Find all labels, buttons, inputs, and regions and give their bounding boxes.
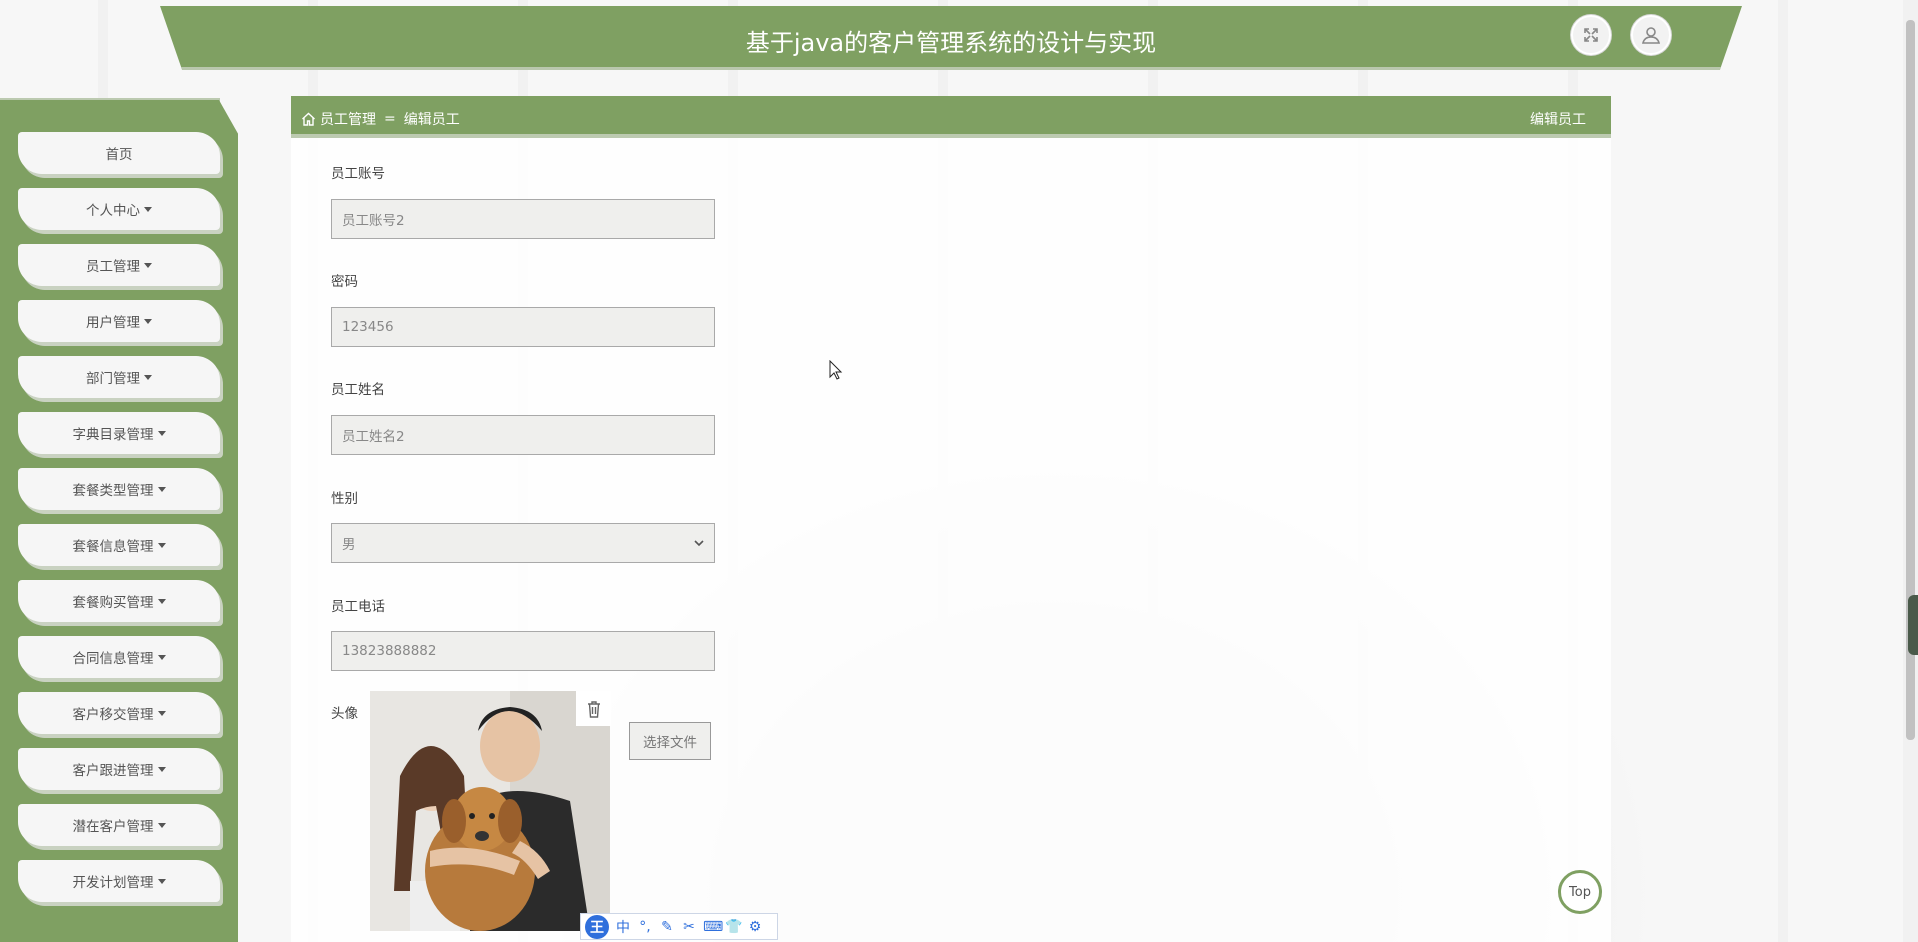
sidebar-item-5[interactable]: 字典目录管理	[18, 412, 220, 454]
sidebar-item-label: 套餐购买管理	[72, 595, 154, 611]
ime-skin-icon[interactable]: 👕	[725, 919, 742, 935]
gender-label: 性别	[331, 491, 358, 507]
sidebar-item-label: 部门管理	[86, 371, 140, 387]
sidebar-item-3[interactable]: 用户管理	[18, 300, 220, 342]
trash-icon	[587, 700, 600, 718]
phone-label: 员工电话	[331, 599, 385, 615]
sidebar-item-label: 首页	[105, 147, 133, 163]
home-icon[interactable]	[301, 112, 316, 126]
ime-punctuation-icon[interactable]: °,	[637, 919, 653, 935]
app-title: 基于java的客户管理系统的设计与实现	[745, 29, 1157, 57]
sidebar-item-12[interactable]: 潜在客户管理	[18, 804, 220, 846]
ime-keyboard-icon[interactable]: ⌨	[703, 919, 723, 935]
ime-screenshot-icon[interactable]: ✂	[681, 919, 697, 935]
gender-select[interactable]: 男	[331, 523, 715, 563]
sidebar-item-10[interactable]: 客户移交管理	[18, 692, 220, 734]
sidebar-item-7[interactable]: 套餐信息管理	[18, 524, 220, 566]
ime-toolbar: 王 中 °, ✎ ✂ ⌨ 👕 ⚙	[580, 913, 778, 940]
sidebar-item-label: 用户管理	[86, 315, 140, 331]
sidebar-item-4[interactable]: 部门管理	[18, 356, 220, 398]
caret-down-icon	[144, 318, 152, 324]
page-title: 编辑员工	[1530, 112, 1586, 128]
sidebar-item-label: 员工管理	[86, 259, 140, 275]
caret-down-icon	[157, 654, 166, 660]
sidebar-item-label: 套餐类型管理	[72, 483, 154, 499]
back-to-top-button[interactable]: Top	[1558, 870, 1602, 914]
caret-down-icon	[157, 766, 166, 772]
chevron-down-icon	[694, 539, 704, 546]
password-label: 密码	[331, 274, 358, 290]
delete-avatar-button[interactable]	[576, 691, 611, 726]
breadcrumb-section[interactable]: 员工管理	[320, 109, 376, 129]
caret-down-icon	[157, 878, 166, 884]
sidebar-item-label: 个人中心	[86, 203, 140, 219]
avatar-label: 头像	[331, 706, 358, 722]
ime-chinese-mode[interactable]: 中	[615, 917, 631, 937]
sidebar-item-label: 套餐信息管理	[72, 539, 154, 555]
mouse-cursor-icon	[829, 360, 843, 380]
sidebar-item-label: 合同信息管理	[72, 651, 154, 667]
sidebar-item-11[interactable]: 客户跟进管理	[18, 748, 220, 790]
sidebar-item-label: 字典目录管理	[72, 427, 154, 443]
name-label: 员工姓名	[331, 382, 385, 398]
user-menu-button[interactable]	[1631, 15, 1671, 55]
caret-down-icon	[157, 486, 166, 492]
caret-down-icon	[157, 430, 166, 436]
account-input[interactable]: 员工账号2	[331, 199, 715, 239]
sidebar-item-label: 客户跟进管理	[72, 763, 154, 779]
choose-file-button[interactable]: 选择文件	[629, 722, 711, 760]
breadcrumb-current: 编辑员工	[403, 112, 460, 128]
sidebar-item-0[interactable]: 首页	[18, 132, 220, 174]
breadcrumb-separator: =	[384, 111, 396, 127]
fullscreen-button[interactable]	[1571, 15, 1611, 55]
sidebar-item-label: 潜在客户管理	[72, 819, 154, 835]
avatar-image	[370, 691, 610, 931]
ime-handwrite-icon[interactable]: ✎	[659, 919, 675, 935]
caret-down-icon	[144, 262, 152, 268]
page-scrollbar[interactable]	[1903, 0, 1918, 942]
phone-input[interactable]: 13823888882	[331, 631, 715, 671]
ime-logo-icon[interactable]: 王	[585, 914, 609, 939]
sidebar-item-13[interactable]: 开发计划管理	[18, 860, 220, 902]
password-input[interactable]: 123456	[331, 307, 715, 347]
name-input[interactable]: 员工姓名2	[331, 415, 715, 455]
caret-down-icon	[157, 822, 166, 828]
sidebar-item-9[interactable]: 合同信息管理	[18, 636, 220, 678]
sidebar-item-8[interactable]: 套餐购买管理	[18, 580, 220, 622]
side-widget-tab[interactable]	[1908, 595, 1918, 655]
ime-settings-icon[interactable]: ⚙	[747, 919, 763, 935]
fullscreen-icon	[1584, 28, 1598, 42]
caret-down-icon	[157, 598, 166, 604]
breadcrumb: 员工管理 = 编辑员工 编辑员工	[291, 96, 1611, 138]
sidebar-item-2[interactable]: 员工管理	[18, 244, 220, 286]
caret-down-icon	[144, 374, 152, 380]
account-label: 员工账号	[331, 166, 385, 182]
user-avatar-icon	[1641, 27, 1661, 44]
gender-selected-value: 男	[342, 537, 356, 553]
caret-down-icon	[157, 710, 166, 716]
sidebar-item-label: 客户移交管理	[72, 707, 154, 723]
sidebar-item-1[interactable]: 个人中心	[18, 188, 220, 230]
top-header: 基于java的客户管理系统的设计与实现	[160, 6, 1742, 70]
caret-down-icon	[144, 206, 152, 212]
sidebar-item-6[interactable]: 套餐类型管理	[18, 468, 220, 510]
caret-down-icon	[157, 542, 166, 548]
sidebar-item-label: 开发计划管理	[72, 875, 154, 891]
